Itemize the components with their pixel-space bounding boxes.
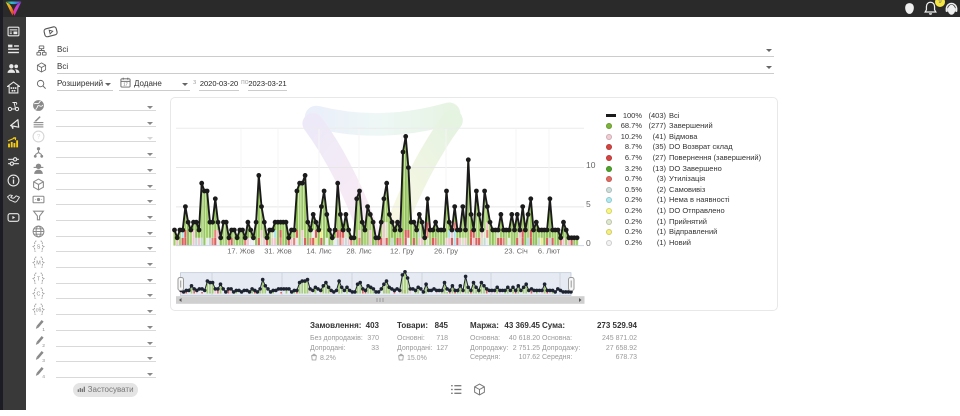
svg-text:5: 5	[586, 199, 591, 209]
svg-text:23. Січ: 23. Січ	[504, 247, 528, 256]
svg-text:0: 0	[586, 238, 591, 248]
svg-text:6. Лют: 6. Лют	[538, 247, 561, 256]
svg-text:1: 1	[42, 327, 45, 332]
svg-text:28. Лис: 28. Лис	[346, 247, 372, 256]
svg-text:12. Гру: 12. Гру	[390, 247, 414, 256]
svg-text:T: T	[37, 276, 41, 282]
svg-text:?: ?	[37, 134, 41, 141]
svg-text:c6: c6	[36, 308, 42, 314]
svg-text:2: 2	[42, 342, 45, 347]
svg-text:26. Гру: 26. Гру	[434, 247, 458, 256]
svg-text:S: S	[37, 245, 41, 251]
svg-text:4: 4	[42, 374, 45, 379]
svg-text:3: 3	[42, 358, 45, 363]
svg-text:31. Жов: 31. Жов	[264, 247, 292, 256]
svg-text:14. Лис: 14. Лис	[306, 247, 332, 256]
svg-text:M: M	[36, 261, 41, 267]
svg-text:10: 10	[586, 160, 596, 170]
svg-text:C: C	[37, 292, 41, 298]
svg-text:17. Жов: 17. Жов	[227, 247, 255, 256]
